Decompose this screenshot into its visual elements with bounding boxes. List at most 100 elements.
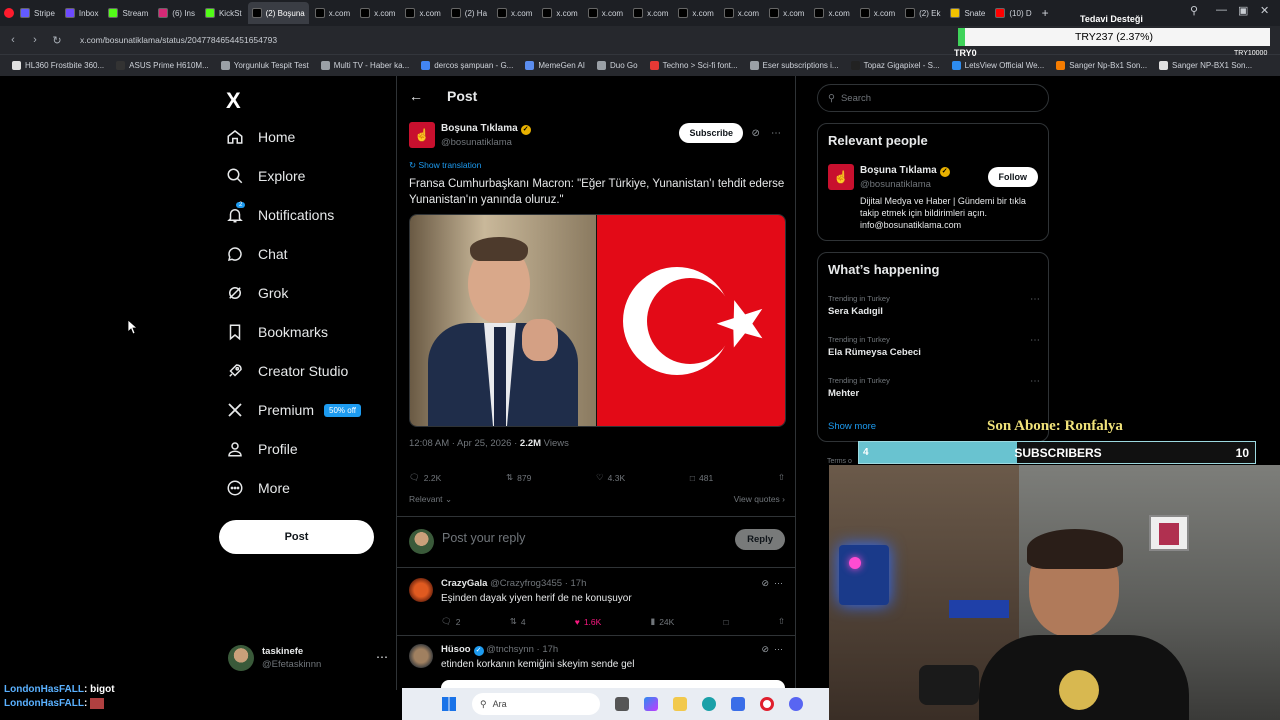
browser-tab[interactable]: (6) Ins <box>154 2 199 24</box>
maximize-icon[interactable]: ▣ <box>1238 4 1248 17</box>
browser-tab[interactable]: (2) Boşuna <box>247 2 309 24</box>
avatar[interactable] <box>409 578 433 602</box>
close-icon[interactable]: ✕ <box>1260 4 1269 17</box>
search-tabs-icon[interactable]: ⚲ <box>1190 4 1198 17</box>
browser-tab[interactable]: x.com <box>810 2 853 24</box>
account-switcher[interactable]: taskinefe @Efetaskinnn ⋯ <box>228 642 388 674</box>
author-handle[interactable]: @bosunatiklama <box>441 137 512 148</box>
browser-tab[interactable]: x.com <box>401 2 444 24</box>
post-button[interactable]: Post <box>219 520 374 554</box>
bookmark-icon[interactable]: □ <box>724 616 729 627</box>
share-icon[interactable]: ⇧ <box>778 616 785 627</box>
browser-tab[interactable]: (10) D <box>991 2 1035 24</box>
subscribe-button[interactable]: Subscribe <box>679 123 743 143</box>
browser-tab[interactable]: x.com <box>765 2 808 24</box>
nav-premium[interactable]: Premium 50% off <box>226 398 361 422</box>
views-action[interactable]: ▮ 24K <box>651 616 675 627</box>
minimize-icon[interactable]: — <box>1216 4 1227 16</box>
bookmark-item[interactable]: Techno > Sci-fi font... <box>649 61 738 70</box>
bookmark-item[interactable]: Eser subscriptions i... <box>749 61 839 70</box>
more-icon[interactable]: ⋯ <box>771 128 781 139</box>
view-quotes-link[interactable]: View quotes › <box>734 494 785 504</box>
author-avatar[interactable]: ☝ <box>409 122 435 148</box>
browser-tab[interactable]: x.com <box>629 2 672 24</box>
browser-tab[interactable]: Stripe <box>16 2 59 24</box>
forward-icon[interactable]: › <box>26 31 44 49</box>
comment[interactable]: CrazyGala @Crazyfrog3455 · 17h Eşinden d… <box>397 570 795 636</box>
browser-tab[interactable]: x.com <box>720 2 763 24</box>
nav-bookmarks[interactable]: Bookmarks <box>226 320 328 344</box>
file-explorer-icon[interactable] <box>673 697 687 711</box>
opera-icon[interactable] <box>760 697 774 711</box>
bookmark-action[interactable]: □ 481 <box>690 472 713 483</box>
browser-tab[interactable]: x.com <box>311 2 354 24</box>
comment-author[interactable]: CrazyGala <box>441 578 487 589</box>
share-icon[interactable]: ⇧ <box>778 472 785 483</box>
trend-item[interactable]: Trending in Turkey Ela Rümeysa Cebeci ⋯ <box>828 335 1040 358</box>
show-translation-link[interactable]: ↻ Show translation <box>409 160 481 171</box>
browser-tab[interactable]: (2) Ha <box>447 2 491 24</box>
bookmark-item[interactable]: LetsView Official We... <box>951 61 1044 70</box>
more-icon[interactable]: ⋯ <box>1030 294 1040 305</box>
sort-dropdown[interactable]: Relevant ⌄ <box>409 494 452 504</box>
bookmark-item[interactable]: dercos şampuan - G... <box>421 61 513 70</box>
grok-icon[interactable]: ⊘ <box>761 578 769 588</box>
more-icon[interactable]: ⋯ <box>774 644 783 654</box>
follow-button[interactable]: Follow <box>987 167 1038 187</box>
taskbar-search[interactable]: ⚲ Ara <box>472 693 600 715</box>
more-icon[interactable]: ⋯ <box>1030 335 1040 346</box>
start-icon[interactable] <box>442 697 456 711</box>
author-name[interactable]: Boşuna Tıklama <box>441 123 518 134</box>
nav-grok[interactable]: Grok <box>226 281 288 305</box>
bookmark-item[interactable]: HL360 Frostbite 360... <box>12 61 104 70</box>
store-icon[interactable] <box>731 697 745 711</box>
like-action[interactable]: ♡ 4.3K <box>596 472 625 483</box>
post-image[interactable] <box>409 214 786 427</box>
browser-tab[interactable]: Snate <box>946 2 989 24</box>
reply-input[interactable]: Post your reply <box>442 531 525 545</box>
person-name[interactable]: Boşuna Tıklama <box>860 165 937 176</box>
reply-button[interactable]: Reply <box>735 529 785 550</box>
search-input[interactable]: ⚲ Search <box>817 84 1049 112</box>
avatar[interactable]: ☝ <box>828 164 854 190</box>
browser-tab[interactable]: x.com <box>856 2 899 24</box>
bookmark-item[interactable]: ASUS Prime H610M... <box>116 61 209 70</box>
nav-chat[interactable]: Chat <box>226 242 288 266</box>
avatar[interactable] <box>409 644 433 668</box>
nav-home[interactable]: Home <box>226 125 295 149</box>
back-icon[interactable]: ‹ <box>4 31 22 49</box>
new-tab-icon[interactable]: + <box>1042 6 1049 20</box>
browser-tab[interactable]: Stream <box>104 2 152 24</box>
bookmark-item[interactable]: Duo Go <box>597 61 638 70</box>
browser-tab[interactable]: (2) Ek <box>901 2 944 24</box>
comment-author[interactable]: Hüsoo <box>441 644 471 655</box>
browser-tab[interactable]: KickSt <box>201 2 246 24</box>
nav-explore[interactable]: Explore <box>226 164 305 188</box>
nav-more[interactable]: More <box>226 476 290 500</box>
nav-notifications[interactable]: 2 Notifications <box>226 202 334 227</box>
bookmark-item[interactable]: MemeGen AI <box>525 61 585 70</box>
show-more-link[interactable]: Show more <box>828 421 876 432</box>
trend-item[interactable]: Trending in Turkey Sera Kadıgil ⋯ <box>828 294 1040 317</box>
browser-tab[interactable]: Inbox <box>61 2 103 24</box>
edge-icon[interactable] <box>702 697 716 711</box>
post-time[interactable]: 12:08 AM · Apr 25, 2026 · <box>409 438 520 449</box>
browser-tab[interactable]: x.com <box>356 2 399 24</box>
like-action[interactable]: ♥ 1.6K <box>575 616 602 627</box>
trend-item[interactable]: Trending in Turkey Mehter ⋯ <box>828 376 1040 399</box>
browser-tab[interactable]: x.com <box>538 2 581 24</box>
task-view-icon[interactable] <box>615 697 629 711</box>
bookmark-item[interactable]: Sanger NP-BX1 Son... <box>1159 61 1252 70</box>
reply-action[interactable]: 🗨 2.2K <box>409 472 441 483</box>
more-icon[interactable]: ⋯ <box>376 650 388 664</box>
terms-link[interactable]: Terms o <box>827 458 852 465</box>
grok-icon[interactable]: ⊘ <box>751 128 759 139</box>
reply-action[interactable]: 🗨 2 <box>441 616 461 627</box>
x-logo-icon[interactable]: X <box>226 88 241 114</box>
browser-tab[interactable]: x.com <box>674 2 717 24</box>
repost-action[interactable]: ⇅ 4 <box>510 616 526 627</box>
copilot-icon[interactable] <box>644 697 658 711</box>
reload-icon[interactable]: ↻ <box>48 31 66 49</box>
nav-creator-studio[interactable]: Creator Studio <box>226 359 348 383</box>
comment[interactable]: Hüsoo ✓ @tnchsynn · 17h etinden korkanın … <box>397 636 795 690</box>
